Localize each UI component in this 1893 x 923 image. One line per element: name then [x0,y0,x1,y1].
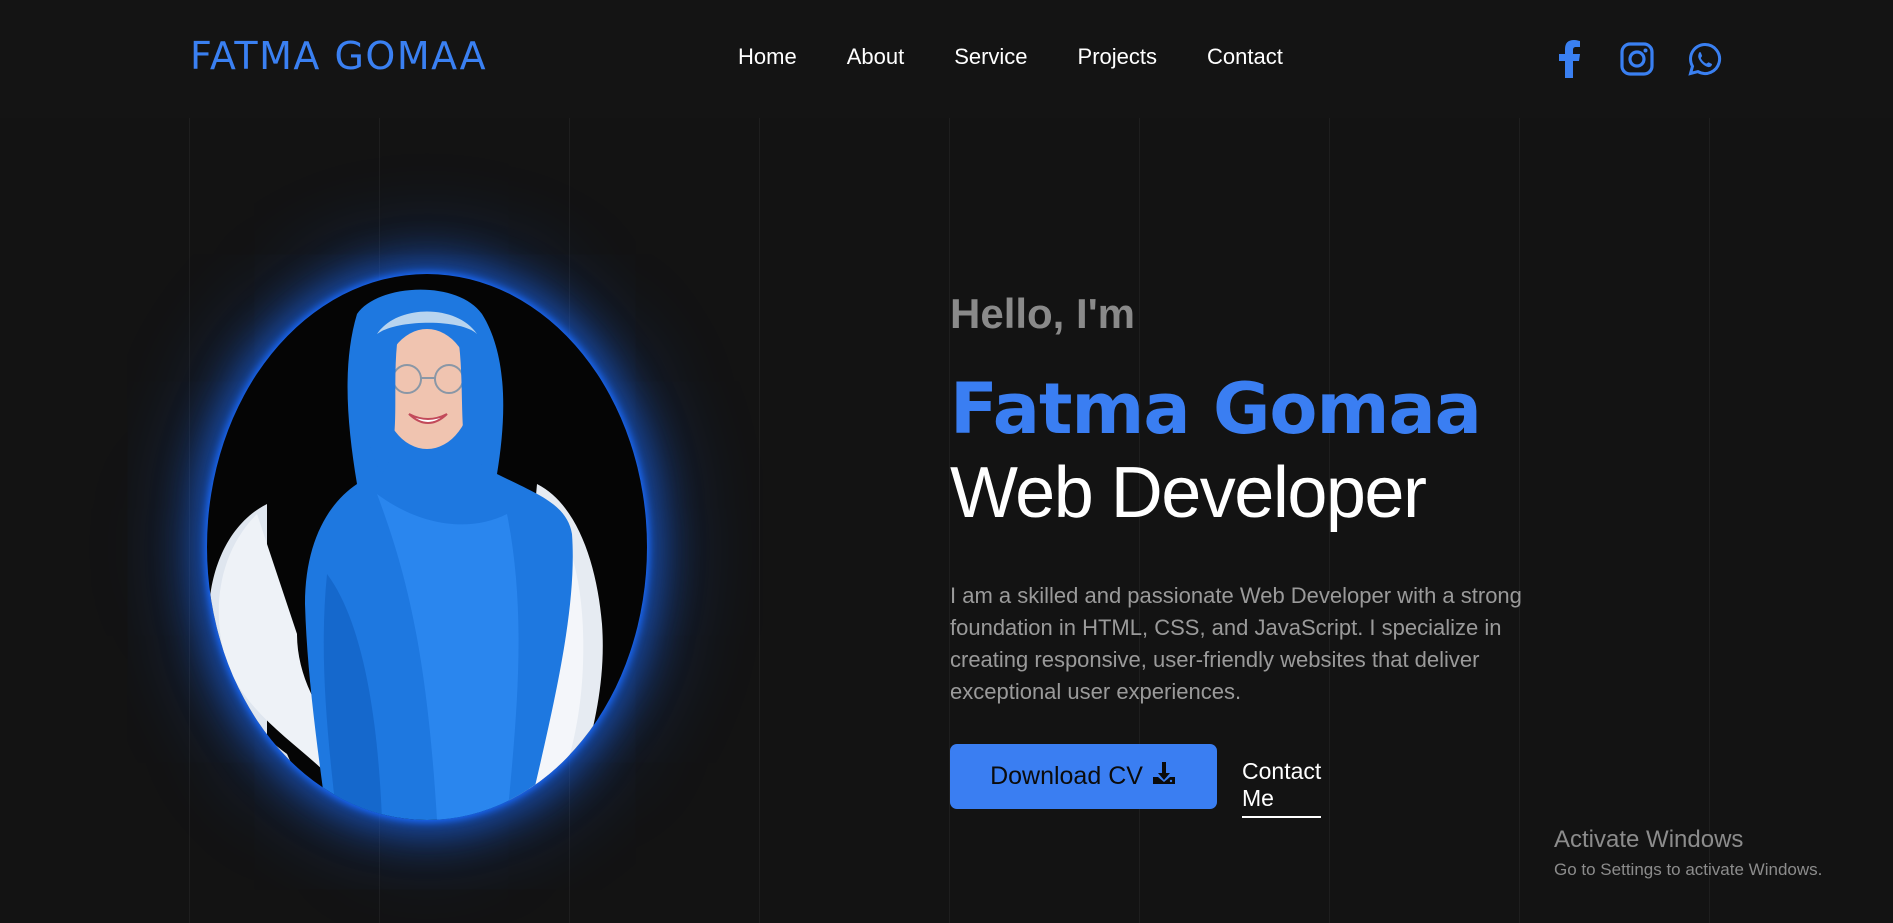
social-links [1548,38,1726,80]
download-icon [1151,760,1177,793]
download-cv-label: Download CV [990,762,1143,790]
nav-service[interactable]: Service [954,44,1027,70]
profile-photo [207,274,647,820]
instagram-icon[interactable] [1616,38,1658,80]
hero-role: Web Developer [950,453,1427,533]
hero-section: Hello, I'm Fatma Gomaa Web Developer I a… [950,290,1522,818]
main-nav: Home About Service Projects Contact [738,44,1283,70]
watermark-title: Activate Windows [1554,826,1744,853]
nav-contact[interactable]: Contact [1207,44,1283,70]
nav-about[interactable]: About [847,44,905,70]
nav-projects[interactable]: Projects [1078,44,1157,70]
whatsapp-icon[interactable] [1684,38,1726,80]
activate-windows-watermark: Activate Windows Go to Settings to activ… [1554,826,1822,880]
site-header: FATMA GOMAA Home About Service Projects … [0,0,1893,118]
watermark-subtitle: Go to Settings to activate Windows. [1554,860,1823,879]
hero-description: I am a skilled and passionate Web Develo… [950,583,1522,704]
nav-home[interactable]: Home [738,44,797,70]
logo[interactable]: FATMA GOMAA [190,34,487,78]
contact-me-link[interactable]: Contact Me [1242,758,1322,818]
facebook-icon[interactable] [1548,38,1590,80]
download-cv-button[interactable]: Download CV [950,744,1217,809]
profile-photo-illustration [208,289,603,820]
hero-name: Fatma Gomaa [950,368,1482,450]
greeting-text: Hello, I'm [950,290,1136,337]
